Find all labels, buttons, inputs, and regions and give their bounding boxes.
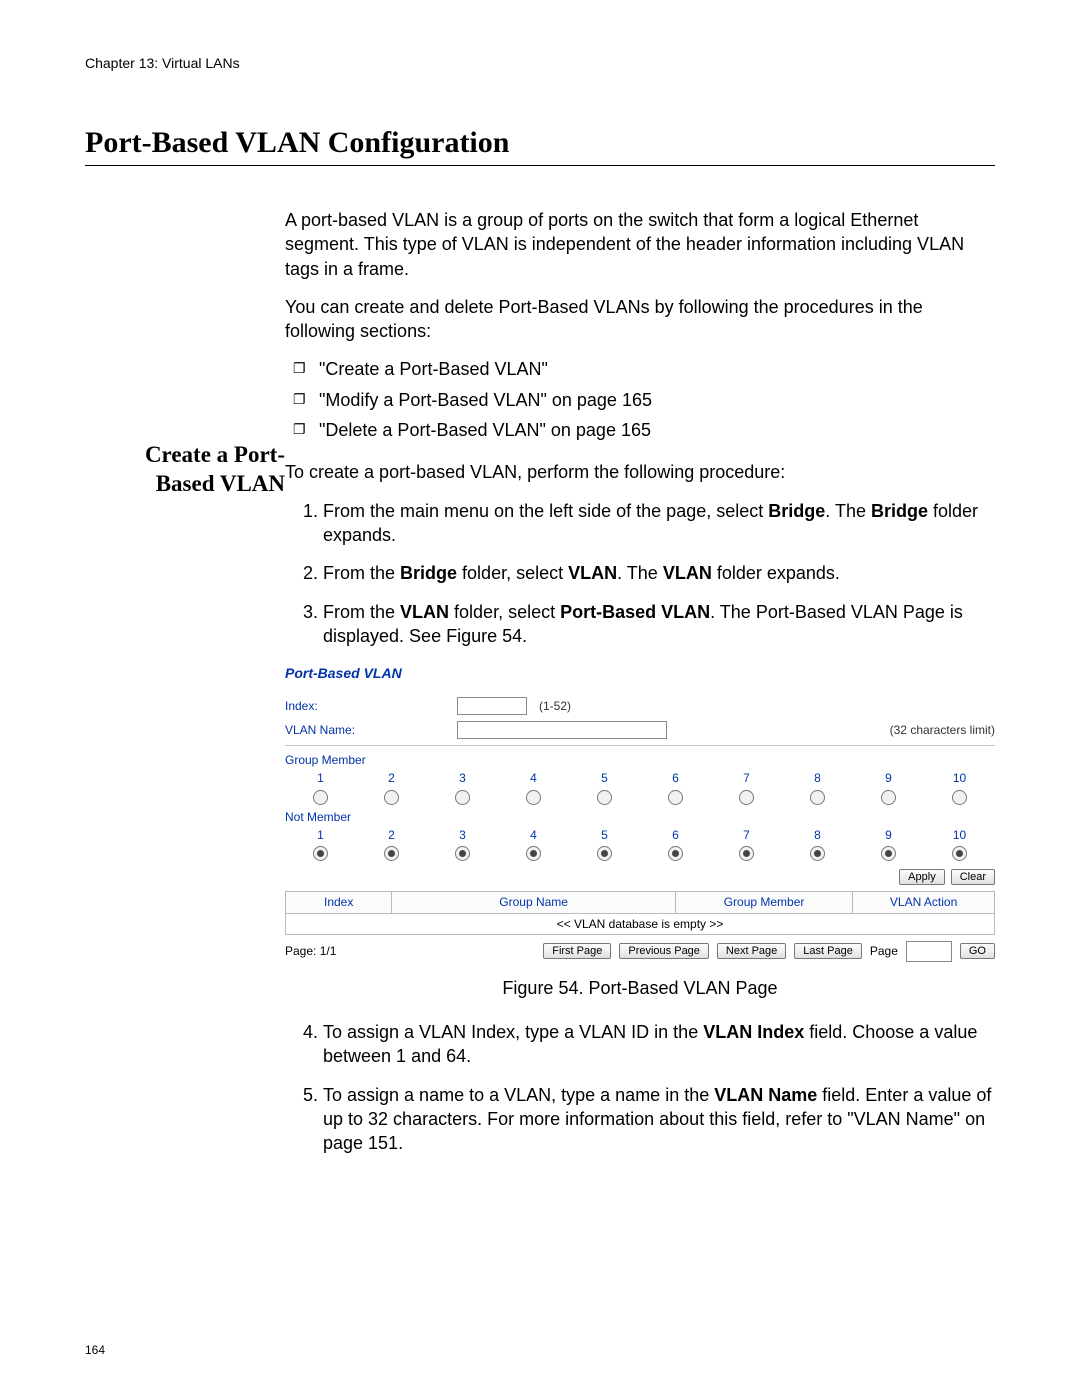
not-member-radio-5[interactable] <box>597 846 612 861</box>
vlan-name-label: VLAN Name: <box>285 722 445 738</box>
group-member-radio-9[interactable] <box>881 790 896 805</box>
port-based-vlan-figure: Port-Based VLAN Index: (1-52) VLAN Name:… <box>285 664 995 962</box>
not-member-label: Not Member <box>285 809 995 825</box>
not-member-radio-3[interactable] <box>455 846 470 861</box>
step-4: To assign a VLAN Index, type a VLAN ID i… <box>323 1020 995 1069</box>
empty-row: << VLAN database is empty >> <box>286 913 995 934</box>
page-input[interactable] <box>906 941 952 962</box>
procedure-links-list: "Create a Port-Based VLAN" "Modify a Por… <box>285 357 995 442</box>
lead-sentence: To create a port-based VLAN, perform the… <box>285 460 995 484</box>
vlan-database-table: Index Group Name Group Member VLAN Actio… <box>285 891 995 934</box>
not-member-radio-6[interactable] <box>668 846 683 861</box>
vlan-name-hint: (32 characters limit) <box>890 722 995 738</box>
group-member-grid: 1 2 3 4 5 6 7 8 9 10 <box>285 770 995 809</box>
th-group-name: Group Name <box>392 892 676 913</box>
step-2: From the Bridge folder, select VLAN. The… <box>323 561 995 585</box>
pager: Page: 1/1 First Page Previous Page Next … <box>285 941 995 962</box>
group-member-radio-1[interactable] <box>313 790 328 805</box>
group-member-radio-6[interactable] <box>668 790 683 805</box>
group-member-radio-8[interactable] <box>810 790 825 805</box>
index-hint: (1-52) <box>539 698 571 714</box>
index-label: Index: <box>285 698 445 714</box>
not-member-radio-8[interactable] <box>810 846 825 861</box>
group-member-radio-10[interactable] <box>952 790 967 805</box>
section-heading: Create a Port- Based VLAN <box>85 441 285 499</box>
group-member-radio-2[interactable] <box>384 790 399 805</box>
next-page-button[interactable]: Next Page <box>717 943 786 959</box>
not-member-radio-9[interactable] <box>881 846 896 861</box>
apply-button[interactable]: Apply <box>899 869 945 885</box>
index-input[interactable] <box>457 697 527 715</box>
not-member-radio-2[interactable] <box>384 846 399 861</box>
figure-caption: Figure 54. Port-Based VLAN Page <box>285 976 995 1000</box>
last-page-button[interactable]: Last Page <box>794 943 862 959</box>
procedure-steps-cont: To assign a VLAN Index, type a VLAN ID i… <box>285 1020 995 1155</box>
group-member-radio-5[interactable] <box>597 790 612 805</box>
procedure-steps: From the main menu on the left side of t… <box>285 499 995 648</box>
intro-paragraph-2: You can create and delete Port-Based VLA… <box>285 295 995 344</box>
intro-paragraph-1: A port-based VLAN is a group of ports on… <box>285 208 995 281</box>
chapter-label: Chapter 13: Virtual LANs <box>85 55 995 71</box>
page-title: Port-Based VLAN Configuration <box>85 126 995 166</box>
step-1: From the main menu on the left side of t… <box>323 499 995 548</box>
bullet-item: "Create a Port-Based VLAN" <box>319 357 995 381</box>
not-member-radio-10[interactable] <box>952 846 967 861</box>
go-button[interactable]: GO <box>960 943 995 959</box>
first-page-button[interactable]: First Page <box>543 943 611 959</box>
vlan-name-input[interactable] <box>457 721 667 739</box>
group-member-radio-7[interactable] <box>739 790 754 805</box>
page-indicator: Page: 1/1 <box>285 943 336 959</box>
previous-page-button[interactable]: Previous Page <box>619 943 709 959</box>
th-vlan-action: VLAN Action <box>853 892 995 913</box>
group-member-label: Group Member <box>285 752 995 768</box>
th-group-member: Group Member <box>675 892 852 913</box>
not-member-radio-4[interactable] <box>526 846 541 861</box>
bullet-item: "Modify a Port-Based VLAN" on page 165 <box>319 388 995 412</box>
panel-title: Port-Based VLAN <box>285 664 995 683</box>
bullet-item: "Delete a Port-Based VLAN" on page 165 <box>319 418 995 442</box>
step-3: From the VLAN folder, select Port-Based … <box>323 600 995 649</box>
divider <box>285 745 995 746</box>
step-5: To assign a name to a VLAN, type a name … <box>323 1083 995 1156</box>
not-member-radio-7[interactable] <box>739 846 754 861</box>
not-member-grid: 1 2 3 4 5 6 7 8 9 10 <box>285 827 995 866</box>
page-word: Page <box>870 943 898 959</box>
group-member-radio-3[interactable] <box>455 790 470 805</box>
not-member-radio-1[interactable] <box>313 846 328 861</box>
page-number: 164 <box>85 1343 105 1357</box>
group-member-radio-4[interactable] <box>526 790 541 805</box>
th-index: Index <box>286 892 392 913</box>
clear-button[interactable]: Clear <box>951 869 995 885</box>
